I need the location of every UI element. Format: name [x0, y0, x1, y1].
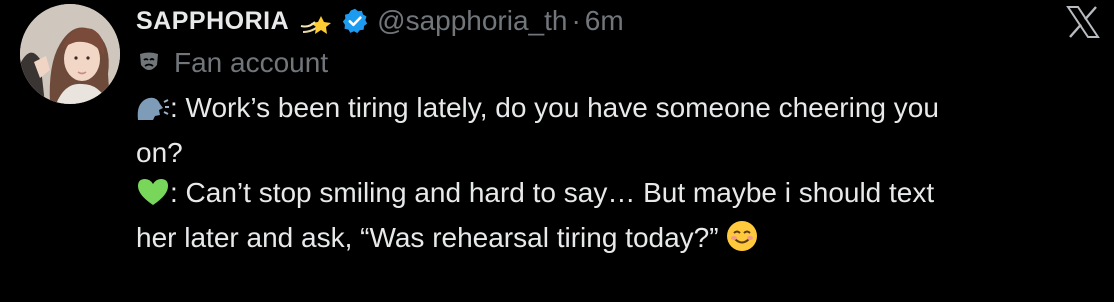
avatar-photo: [20, 4, 120, 104]
text-line: : Work’s been tiring lately, do you have…: [136, 88, 1104, 133]
x-logo-icon: [1066, 6, 1100, 38]
label-text: Fan account: [174, 47, 329, 78]
separator-dot: ·: [571, 5, 581, 36]
text-line-2: on?: [136, 137, 183, 168]
theater-mask-icon: [136, 50, 162, 76]
text-line-4: her later and ask, “Was rehearsal tiring…: [136, 222, 719, 253]
text-line-3: : Can’t stop smiling and hard to say… Bu…: [170, 177, 935, 208]
dizzy-emoji: [299, 6, 335, 36]
account-label: Fan account: [136, 46, 328, 80]
display-name[interactable]: SAPPHORIA: [136, 7, 289, 36]
green-heart-emoji: [136, 177, 170, 218]
avatar[interactable]: [20, 4, 120, 104]
smiling-face-emoji: [726, 220, 758, 263]
tweet-text: : Work’s been tiring lately, do you have…: [136, 88, 1104, 263]
tweet[interactable]: SAPPHORIA @sapphoria_th · 6m Fan account…: [0, 0, 1114, 302]
verified-badge-icon[interactable]: [341, 7, 369, 35]
speaking-head-emoji: [136, 93, 170, 133]
author-handle[interactable]: @sapphoria_th: [377, 5, 567, 37]
timestamp[interactable]: 6m: [585, 5, 624, 37]
text-line: her later and ask, “Was rehearsal tiring…: [136, 218, 1104, 263]
tweet-header: SAPPHORIA @sapphoria_th · 6m: [136, 4, 624, 38]
text-line-1: : Work’s been tiring lately, do you have…: [170, 92, 939, 123]
text-line: : Can’t stop smiling and hard to say… Bu…: [136, 173, 1104, 218]
text-line: on?: [136, 133, 1104, 173]
